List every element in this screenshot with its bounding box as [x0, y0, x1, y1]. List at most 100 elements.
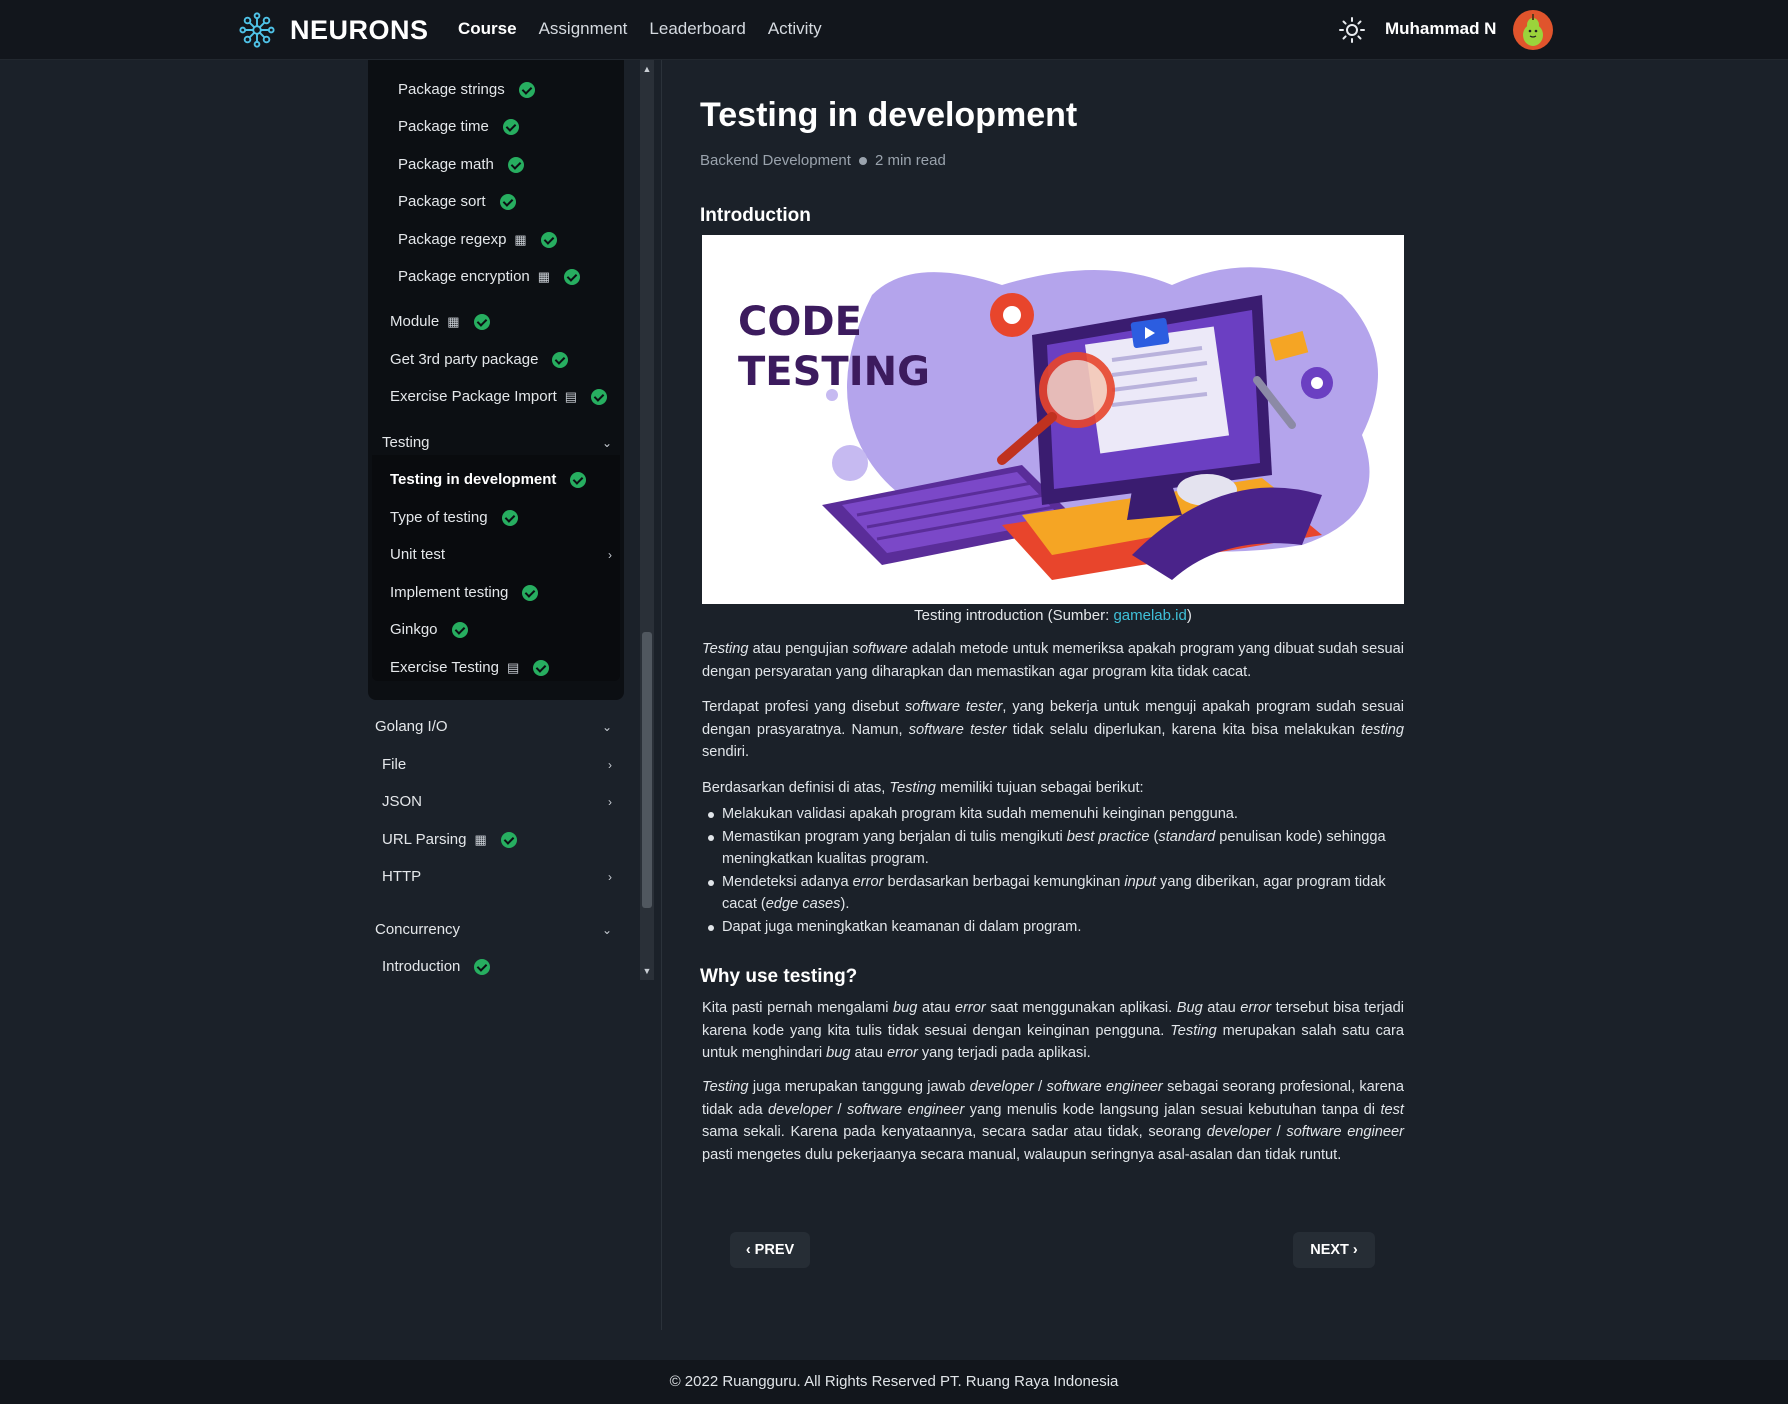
sidebar-item-label: Get 3rd party package [390, 351, 539, 368]
sidebar-item-json[interactable]: JSON › [382, 793, 612, 810]
footer: © 2022 Ruangguru. All Rights Reserved PT… [0, 1360, 1788, 1404]
sidebar-item-label: Implement testing [390, 584, 509, 601]
video-icon: ▦ [514, 231, 527, 247]
paragraph-software-tester: Terdapat profesi yang disebut software t… [702, 699, 1404, 761]
sidebar-item-module[interactable]: Module ▦ [390, 313, 490, 330]
section-label: Testing [382, 434, 430, 451]
sidebar-item-get-3rd-party[interactable]: Get 3rd party package [390, 351, 569, 368]
chevron-left-icon: ‹ [745, 1242, 751, 1258]
sidebar-item-label: Testing in development [390, 471, 557, 488]
check-icon [502, 118, 519, 135]
nav-leaderboard[interactable]: Leaderboard [649, 19, 745, 39]
check-icon [507, 156, 524, 173]
sidebar-item-exercise-testing[interactable]: Exercise Testing ▤ [390, 659, 550, 676]
check-icon [518, 81, 535, 98]
sidebar-item-package-sort[interactable]: Package sort [398, 193, 516, 210]
section-concurrency[interactable]: Concurrency ⌄ [375, 921, 612, 938]
check-icon [540, 231, 557, 248]
sidebar-item-implement-testing[interactable]: Implement testing [390, 584, 539, 601]
check-icon [552, 351, 569, 368]
article-meta: Backend Development 2 min read [700, 152, 946, 169]
sidebar-item-package-encryption[interactable]: Package encryption ▦ [398, 268, 581, 285]
sidebar-item-ginkgo[interactable]: Ginkgo [390, 621, 468, 638]
prev-button[interactable]: ‹ PREV [730, 1232, 810, 1268]
check-icon [501, 509, 518, 526]
brand[interactable]: NEURONS [238, 10, 429, 50]
scroll-down-icon[interactable]: ▼ [640, 964, 654, 978]
sidebar-item-package-time[interactable]: Package time [398, 118, 519, 135]
sidebar-item-label: Type of testing [390, 509, 488, 526]
main-nav: Course Assignment Leaderboard Activity [458, 19, 844, 39]
chevron-right-icon: › [608, 869, 612, 884]
caption-text-end: ) [1186, 607, 1192, 624]
sidebar-item-label: Unit test [390, 546, 446, 563]
list-item: Mendeteksi adanya error berdasarkan berb… [702, 871, 1404, 916]
sidebar-scroll-thumb[interactable] [642, 632, 652, 908]
next-button[interactable]: NEXT › [1293, 1232, 1375, 1268]
sidebar-item-label: Introduction [382, 958, 461, 975]
prev-label: PREV [754, 1242, 795, 1258]
paragraph-why-2: Testing juga merupakan tanggung jawab de… [702, 1079, 1404, 1163]
sidebar-item-package-math[interactable]: Package math [398, 156, 524, 173]
check-icon [500, 831, 517, 848]
next-label: NEXT [1310, 1242, 1349, 1258]
check-icon [474, 958, 491, 975]
sidebar-item-label: Package regexp [398, 231, 507, 248]
check-icon [533, 659, 550, 676]
chevron-right-icon: › [1352, 1242, 1358, 1258]
video-icon: ▦ [447, 313, 460, 329]
page-title: Testing in development [700, 96, 1078, 134]
section-golang-io[interactable]: Golang I/O ⌄ [375, 718, 612, 735]
sun-icon[interactable] [1338, 16, 1366, 44]
paragraph-definition: Testing atau pengujian software adalah m… [702, 641, 1404, 680]
article-category: Backend Development [700, 152, 851, 169]
section-label: Concurrency [375, 921, 461, 938]
dot-separator [858, 156, 867, 165]
sidebar-item-label: Ginkgo [390, 621, 438, 638]
caption-source-link[interactable]: gamelab.id [1113, 607, 1186, 624]
neurons-logo-icon [239, 12, 275, 48]
sidebar-item-url-parsing[interactable]: URL Parsing ▦ [382, 831, 517, 848]
nav-course[interactable]: Course [458, 19, 517, 39]
sidebar-item-label: Package time [398, 118, 489, 135]
scroll-up-icon[interactable]: ▲ [640, 62, 654, 76]
nav-activity[interactable]: Activity [768, 19, 822, 39]
list-item: Melakukan validasi apakah program kita s… [702, 803, 1404, 826]
sidebar-item-label: Package sort [398, 193, 486, 210]
sidebar-item-introduction[interactable]: Introduction [382, 958, 491, 975]
section-testing[interactable]: Testing ⌄ [382, 434, 612, 451]
sidebar-item-exercise-package-import[interactable]: Exercise Package Import ▤ [390, 388, 608, 405]
chevron-down-icon: ⌄ [601, 719, 612, 734]
document-icon: ▤ [506, 659, 520, 675]
sidebar-item-http[interactable]: HTTP › [382, 868, 612, 885]
chevron-right-icon: › [608, 794, 612, 809]
sidebar-item-label: Exercise Testing [390, 659, 499, 676]
check-icon [564, 268, 581, 285]
section-heading-why: Why use testing? [700, 966, 858, 987]
video-icon: ▦ [474, 831, 487, 847]
sidebar-item-testing-in-development[interactable]: Testing in development [390, 471, 587, 488]
brand-name: NEURONS [290, 14, 429, 45]
sidebar-item-label: URL Parsing [382, 831, 467, 848]
sidebar-item-type-of-testing[interactable]: Type of testing [390, 509, 518, 526]
purpose-list: Melakukan validasi apakah program kita s… [702, 803, 1404, 939]
sidebar-item-label: Package strings [398, 81, 505, 98]
sidebar-item-package-regexp[interactable]: Package regexp ▦ [398, 231, 557, 248]
check-icon [451, 621, 468, 638]
sidebar-item-label: Package encryption [398, 268, 530, 285]
hero-text-line1: CODE [738, 299, 862, 345]
user-name[interactable]: Muhammad N [1385, 19, 1496, 39]
check-icon [522, 584, 539, 601]
sidebar-item-file[interactable]: File › [382, 756, 612, 773]
section-label: Golang I/O [375, 718, 448, 735]
sidebar-item-package-strings[interactable]: Package strings [398, 81, 535, 98]
check-icon [591, 388, 608, 405]
check-icon [570, 471, 587, 488]
sidebar-item-label: JSON [382, 793, 423, 810]
nav-assignment[interactable]: Assignment [539, 19, 628, 39]
course-sidebar: Package strings Package time Package mat… [368, 60, 656, 980]
avatar[interactable] [1513, 10, 1553, 50]
testing-items-panel [372, 455, 620, 681]
sidebar-item-unit-test[interactable]: Unit test › [390, 546, 612, 563]
content-divider [661, 60, 662, 1330]
